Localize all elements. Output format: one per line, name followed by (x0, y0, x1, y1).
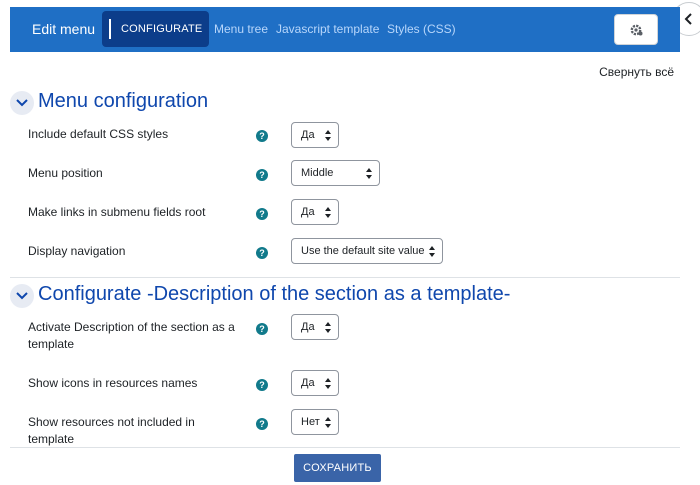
select-arrows-icon (325, 207, 331, 218)
show-icons-select[interactable]: Да (291, 370, 339, 396)
select-arrows-icon (325, 417, 331, 428)
show-resources-not-included-select[interactable]: Нет (291, 409, 339, 435)
chevron-down-icon[interactable] (10, 284, 34, 308)
help-icon[interactable]: ? (256, 208, 268, 220)
section-template-header[interactable]: Configurate -Description of the section … (10, 283, 570, 309)
save-button[interactable]: СОХРАНИТЬ (294, 454, 381, 482)
help-icon[interactable]: ? (256, 169, 268, 181)
help-icon[interactable]: ? (256, 323, 268, 335)
help-icon[interactable]: ? (256, 247, 268, 259)
edit-menu-header: Edit menu CONFIGURATE Menu tree Javascri… (10, 7, 680, 52)
select-arrows-icon (325, 378, 331, 389)
setting-label: Display navigation (28, 244, 126, 258)
setting-label: Menu position (28, 166, 103, 180)
select-arrows-icon (429, 246, 435, 257)
select-value: Да (301, 206, 315, 218)
form-footer-divider (10, 447, 680, 448)
select-value: Да (301, 321, 315, 333)
select-value: Да (301, 377, 315, 389)
menu-position-select[interactable]: Middle (291, 160, 380, 186)
select-value: Middle (301, 167, 334, 179)
chevron-down-icon[interactable] (10, 91, 34, 115)
setting-label: Make links in submenu fields root (28, 205, 206, 219)
setting-label: Show resources not included in template (28, 415, 195, 446)
section-menu-configuration-header[interactable]: Menu configuration (10, 90, 310, 116)
section-divider (10, 277, 680, 278)
display-navigation-select[interactable]: Use the default site value (291, 238, 443, 264)
section-title: Configurate -Description of the section … (38, 283, 511, 305)
help-icon[interactable]: ? (256, 379, 268, 391)
gear-icon (630, 24, 643, 36)
setting-label: Show icons in resources names (28, 376, 198, 390)
select-value: Use the default site value (301, 245, 425, 257)
select-arrows-icon (325, 130, 331, 141)
make-links-root-select[interactable]: Да (291, 199, 339, 225)
edit-menu-title: Edit menu (32, 21, 96, 37)
tab-configurate[interactable]: CONFIGURATE (102, 11, 209, 47)
setting-label: Include default CSS styles (28, 127, 169, 141)
tab-styles-css[interactable]: Styles (CSS) (387, 22, 456, 36)
select-value: Да (301, 129, 315, 141)
chevron-left-icon (684, 13, 692, 25)
section-title: Menu configuration (38, 90, 209, 112)
help-icon[interactable]: ? (256, 418, 268, 430)
collapse-all-link[interactable]: Свернуть всё (599, 65, 674, 79)
tab-menu-tree[interactable]: Menu tree (214, 22, 268, 36)
select-arrows-icon (325, 322, 331, 333)
activate-template-select[interactable]: Да (291, 314, 339, 340)
active-tab-indicator (109, 19, 111, 39)
tab-configurate-label: CONFIGURATE (121, 23, 203, 35)
select-arrows-icon (366, 168, 372, 179)
include-default-css-select[interactable]: Да (291, 122, 339, 148)
settings-button[interactable] (614, 14, 658, 45)
select-value: Нет (301, 416, 320, 428)
tab-javascript-template[interactable]: Javascript template (276, 22, 379, 36)
setting-label: Activate Description of the section as a… (28, 320, 235, 351)
help-icon[interactable]: ? (256, 130, 268, 142)
